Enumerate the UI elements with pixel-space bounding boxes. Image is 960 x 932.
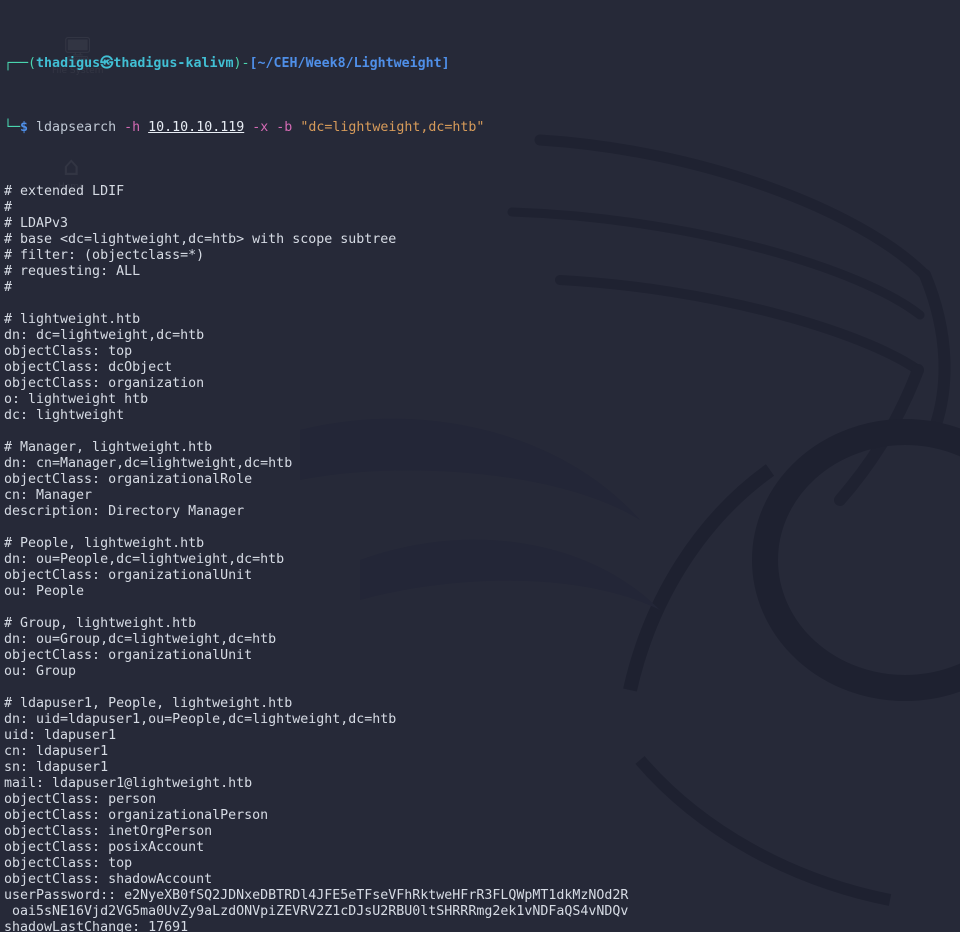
prompt-hostname: thadigus-kalivm (113, 56, 234, 71)
output-line: # Manager, lightweight.htb (4, 440, 213, 455)
output-line: # (4, 280, 13, 295)
output-line: mail: ldapuser1@lightweight.htb (4, 776, 253, 791)
output-line: uid: ldapuser1 (4, 728, 117, 743)
output-line: objectClass: organizationalUnit (4, 648, 253, 663)
output-line: cn: Manager (4, 488, 93, 503)
output-line: dn: uid=ldapuser1,ou=People,dc=lightweig… (4, 712, 397, 727)
output-line: objectClass: organizationalRole (4, 472, 253, 487)
output-line: objectClass: organization (4, 376, 205, 391)
output-line: ou: Group (4, 664, 77, 679)
prompt-close-bracket: ] (441, 56, 450, 71)
prompt-close-paren: ) (233, 56, 242, 71)
command-base-dn: "dc=lightweight,dc=htb" (300, 120, 485, 135)
output-line: shadowLastChange: 17691 (4, 920, 189, 932)
kali-at-icon: ㉿ (100, 56, 114, 71)
output-line: # Group, lightweight.htb (4, 616, 197, 631)
output-line: userPassword:: e2NyeXB0fSQ2JDNxeDBTRDl4J… (4, 888, 629, 903)
command-flag-b: -b (276, 120, 293, 135)
output-line: # People, lightweight.htb (4, 536, 205, 551)
prompt-open-bracket: [ (249, 56, 258, 71)
output-line: objectClass: shadowAccount (4, 872, 213, 887)
output-line: # LDAPv3 (4, 216, 69, 231)
output-line: # extended LDIF (4, 184, 125, 199)
prompt-line-top: ┌──(thadigus㉿thadigus-kalivm)-[~/CEH/Wee… (4, 56, 960, 72)
output-line: objectClass: dcObject (4, 360, 173, 375)
prompt-line-command[interactable]: └─$ ldapsearch -h 10.10.10.119 -x -b "dc… (4, 120, 960, 136)
command-flag-x: -x (252, 120, 269, 135)
command-host-ip[interactable]: 10.10.10.119 (148, 120, 244, 135)
output-line: objectClass: posixAccount (4, 840, 205, 855)
terminal-window[interactable]: 🖥 File System ⌂ Home ┌──(thadigus㉿thadig… (0, 0, 960, 932)
prompt-dash: - (241, 56, 250, 71)
output-line: # (4, 200, 13, 215)
output-line: description: Directory Manager (4, 504, 245, 519)
output-line: cn: ldapuser1 (4, 744, 109, 759)
output-line: objectClass: person (4, 792, 157, 807)
command-flag-h: -h (124, 120, 141, 135)
output-line: # lightweight.htb (4, 312, 141, 327)
output-line: dn: dc=lightweight,dc=htb (4, 328, 205, 343)
output-line: objectClass: inetOrgPerson (4, 824, 213, 839)
output-line: objectClass: organizationalPerson (4, 808, 269, 823)
prompt-branch-top: ┌── (4, 56, 29, 71)
output-line: ou: People (4, 584, 85, 599)
output-line: o: lightweight htb (4, 392, 149, 407)
output-line: # requesting: ALL (4, 264, 141, 279)
output-line: dn: ou=Group,dc=lightweight,dc=htb (4, 632, 277, 647)
output-line: objectClass: organizationalUnit (4, 568, 253, 583)
output-line: objectClass: top (4, 856, 133, 871)
output-line: dn: ou=People,dc=lightweight,dc=htb (4, 552, 285, 567)
prompt-dollar-sign: $ (20, 120, 29, 135)
prompt-open-paren: ( (28, 56, 37, 71)
prompt-branch-bottom: └─ (4, 120, 21, 135)
output-line: # base <dc=lightweight,dc=htb> with scop… (4, 232, 397, 247)
output-line: # ldapuser1, People, lightweight.htb (4, 696, 293, 711)
terminal-screen[interactable]: ┌──(thadigus㉿thadigus-kalivm)-[~/CEH/Wee… (0, 0, 960, 932)
output-line: # filter: (objectclass=*) (4, 248, 205, 263)
prompt-working-directory: ~/CEH/Week8/Lightweight (257, 56, 442, 71)
output-line: sn: ldapuser1 (4, 760, 109, 775)
command-output: # extended LDIF # # LDAPv3 # base <dc=light… (4, 184, 960, 932)
prompt-username: thadigus (36, 56, 101, 71)
command-name: ldapsearch (36, 120, 117, 135)
output-line: objectClass: top (4, 344, 133, 359)
output-line: dc: lightweight (4, 408, 125, 423)
output-line: oai5sNE16Vjd2VG5ma0UvZy9aLzdONVpiZEVRV2Z… (4, 904, 629, 919)
output-line: dn: cn=Manager,dc=lightweight,dc=htb (4, 456, 293, 471)
